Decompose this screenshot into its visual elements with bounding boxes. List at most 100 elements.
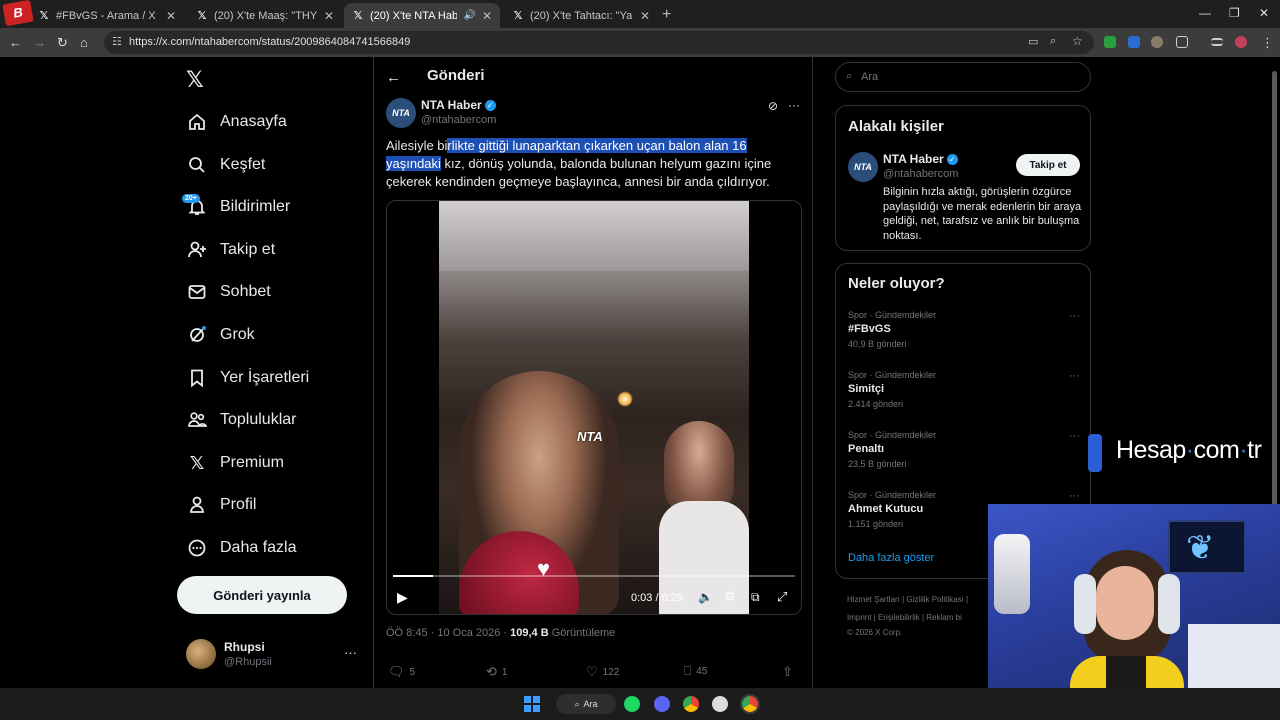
windows-start-icon[interactable] [524,696,540,712]
fullscreen-icon[interactable]: ⤢ [777,589,787,605]
close-icon[interactable]: ✕ [482,9,492,23]
nav-label: Bildirimler [220,198,291,215]
share-button[interactable]: ⇧ [782,664,793,680]
bookmark-star-icon[interactable]: ☆ [1072,34,1083,48]
menu-dots-icon[interactable]: ⋮ [1261,35,1274,51]
related-avatar[interactable]: NTA [848,152,878,182]
trend-category: Spor · Gündemdekiler [848,370,937,380]
video-player[interactable]: ♥ NTA ▶ 0:03 / 0:29 🔈 ⚙ ⧉ ⤢ [386,200,802,615]
back-arrow-icon[interactable]: ← [386,69,401,86]
trend-item[interactable]: Spor · Gündemdekiler Simitçi 2.414 gönde… [848,370,1080,409]
browser-toolbar: ← → ↻ ⌂ ☷ https://x.com/ntahabercom/stat… [0,28,1280,57]
tab-title: #FBvGS - Arama / X [56,9,156,22]
discord-icon[interactable] [654,696,670,712]
back-icon[interactable]: ← [9,35,22,50]
nav-profile[interactable]: Profil [186,485,256,525]
account-switcher[interactable]: Rhupsi @Rhupsii ··· [186,639,372,671]
more-dots-icon[interactable]: ··· [344,645,357,660]
post-column: ← Gönderi NTA NTA Haber ✓ @ntahabercom ⊘ … [373,57,813,688]
close-icon[interactable]: ✕ [640,9,650,23]
volume-icon[interactable]: 🔈 [698,590,713,604]
minimize-icon[interactable]: — [1199,6,1211,20]
author-name-row[interactable]: NTA Haber ✓ [421,98,496,112]
related-name-row[interactable]: NTA Haber ✓ [883,152,958,166]
x-logo-icon[interactable]: 𝕏 [186,67,204,93]
post-meta: ÖÖ 8:45 · 10 Oca 2026 · 109,4 B Görüntül… [386,627,615,639]
show-more-link[interactable]: Daha fazla göster [848,552,934,564]
site-info-icon[interactable]: ☷ [112,35,122,48]
author-avatar[interactable]: NTA [386,98,416,128]
pip-icon[interactable]: ⧉ [751,590,760,605]
nav-label: Yer İşaretleri [220,369,310,386]
more-dots-icon[interactable]: ··· [788,98,800,112]
tab-maas[interactable]: 𝕏 (20) X'te Maaş: "THY 2025 maaş ✕ [188,3,342,28]
nav-grok[interactable]: Grok [186,315,255,355]
search-icon: ⌕ [574,698,580,709]
close-icon[interactable]: ✕ [324,9,334,23]
taskbar-search[interactable]: ⌕ Ara [556,694,616,714]
new-tab-icon[interactable]: + [662,6,671,24]
video-progress-track[interactable] [393,575,795,577]
avatar [186,639,216,669]
reading-list-icon[interactable] [1211,38,1223,46]
close-window-icon[interactable]: ✕ [1259,6,1269,20]
tab-nta-haber[interactable]: 𝕏 (20) X'te NTA Haber: "Ailesi 🔊 ✕ [344,3,500,28]
chrome-icon[interactable] [683,696,699,712]
play-icon[interactable]: ▶ [397,589,408,606]
puzzle-icon[interactable] [1176,36,1188,48]
more-dots-icon[interactable]: ··· [1069,490,1080,502]
nav-explore[interactable]: Keşfet [186,145,265,185]
trend-item[interactable]: Spor · Gündemdekiler #FBvGS 40,9 B gönde… [848,310,1080,349]
reload-icon[interactable]: ↻ [57,35,68,51]
post-button[interactable]: Gönderi yayınla [177,576,347,614]
tab-fbvgs[interactable]: 𝕏 #FBvGS - Arama / X ✕ [30,3,184,28]
nav-bookmarks[interactable]: Yer İşaretleri [186,358,309,398]
more-dots-icon[interactable]: ··· [1069,370,1080,382]
nav-chat[interactable]: Sohbet [186,272,271,312]
bookmark-button[interactable]: ⎕ 45 [684,664,707,679]
video-watermark: NTA [577,429,603,444]
more-dots-icon[interactable]: ··· [1069,310,1080,322]
spotify-icon[interactable] [624,696,640,712]
trends-title: Neler oluyor? [848,275,945,292]
search-input[interactable]: ⌕ Ara [835,62,1091,92]
post-timestamp[interactable]: ÖÖ 8:45 · 10 Oca 2026 · [386,627,510,639]
page-title: Gönderi [427,67,485,84]
forward-icon[interactable]: → [33,35,46,50]
profile-avatar-icon[interactable] [1235,36,1247,48]
footer-links[interactable]: Hizmet Şartları | Gizlilik Politikası | [847,595,968,604]
trend-item[interactable]: Spor · Gündemdekiler Penaltı 23,5 B gönd… [848,430,1080,469]
search-icon: ⌕ [846,70,853,82]
grok-explain-icon[interactable]: ⊘ [768,99,778,113]
tab-tahtaci[interactable]: 𝕏 (20) X'te Tahtacı: "Ya liderız ya si ✕ [504,3,658,28]
reply-button[interactable]: 🗨 5 [388,664,415,680]
nav-communities[interactable]: Topluluklar [186,400,296,440]
x-favicon-icon: 𝕏 [39,10,49,22]
trend-count: 2.414 gönderi [848,399,904,409]
nta-logo: NTA [848,152,878,182]
verified-badge-icon: ✓ [946,154,958,166]
close-icon[interactable]: ✕ [166,9,176,23]
nav-follow[interactable]: Takip et [186,230,275,270]
follow-button[interactable]: Takip et [1016,154,1080,176]
like-button[interactable]: ♡ 122 [586,664,619,680]
speaker-icon[interactable]: 🔊 [463,10,475,21]
footer-links[interactable]: Imprint | Erişilebilirlik | Reklam bi [847,613,962,622]
sound-extension-icon[interactable] [1128,36,1140,48]
repost-button[interactable]: ⟲ 1 [486,664,507,680]
maximize-icon[interactable]: ❐ [1229,6,1240,20]
nav-more[interactable]: Daha fazla [186,528,297,568]
extension-icon[interactable] [1151,36,1163,48]
zoom-icon[interactable]: ⌕ [1050,35,1056,48]
more-dots-icon[interactable]: ··· [1069,430,1080,442]
home-browser-icon[interactable]: ⌂ [80,35,88,50]
nav-home[interactable]: Anasayfa [186,102,287,142]
nav-notifications[interactable]: Bildirimler [186,187,290,227]
nav-premium[interactable]: 𝕏 Premium [186,443,284,483]
chrome-active-icon[interactable] [740,694,760,714]
cast-icon[interactable]: ▭ [1028,35,1038,48]
shield-extension-icon[interactable] [1104,36,1116,48]
steam-icon[interactable] [712,696,728,712]
address-bar[interactable]: ☷ https://x.com/ntahabercom/status/20098… [104,31,1094,54]
settings-gear-icon[interactable]: ⚙ [724,589,736,605]
